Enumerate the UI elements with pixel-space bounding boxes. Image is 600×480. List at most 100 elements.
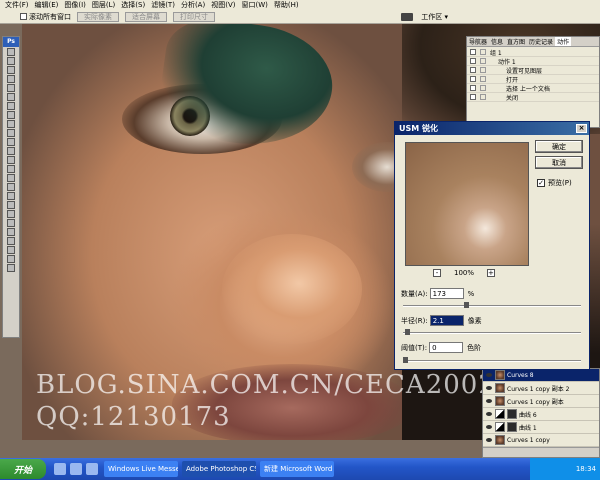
zoom-in-button[interactable]: + [486,269,495,277]
tab-actions[interactable]: 动作 [555,37,572,46]
foreground-color-icon[interactable] [7,246,15,254]
path-selection-tool-icon[interactable] [7,192,15,200]
eye-icon[interactable] [486,373,492,377]
layer-row[interactable]: Curves 1 copy 副本 [483,395,599,408]
dodge-tool-icon[interactable] [7,165,15,173]
pen-tool-icon[interactable] [7,174,15,182]
eye-icon[interactable] [486,438,492,442]
action-row[interactable]: 设置可见图层 [467,66,599,75]
layers-footer-toolbar[interactable] [483,447,599,457]
camera-icon[interactable] [401,13,414,21]
task-word[interactable]: 新建 Microsoft Word 文... [260,461,334,477]
cancel-button[interactable]: 取消 [535,156,583,169]
amount-input[interactable] [429,288,464,299]
tab-history[interactable]: 历史记录 [527,37,555,46]
move-tool-icon[interactable] [7,48,15,56]
tab-info[interactable]: 信息 [489,37,505,46]
eraser-tool-icon[interactable] [7,138,15,146]
amount-slider-knob[interactable] [463,302,469,308]
action-enable-checkbox[interactable] [470,58,476,64]
action-row[interactable]: 关闭 [467,93,599,102]
tab-navigator[interactable]: 导航器 [467,37,489,46]
tab-histogram[interactable]: 直方图 [505,37,527,46]
action-enable-checkbox[interactable] [470,76,476,82]
brush-tool-icon[interactable] [7,111,15,119]
layer-row[interactable]: Curves 1 copy [483,434,599,447]
desktop-icon[interactable] [70,463,82,475]
ie-icon[interactable] [54,463,66,475]
hand-tool-icon[interactable] [7,228,15,236]
clone-stamp-tool-icon[interactable] [7,120,15,128]
type-tool-icon[interactable] [7,183,15,191]
eye-icon[interactable] [486,399,492,403]
layer-row[interactable]: Curves 8 [483,369,599,382]
scroll-all-windows-checkbox[interactable]: 滚动所有窗口 [20,12,71,22]
menu-image[interactable]: 图像(I) [61,0,89,10]
layer-row[interactable]: 曲线 1 [483,421,599,434]
dialog-toggle[interactable] [480,58,486,64]
threshold-slider[interactable] [403,357,581,363]
eye-icon[interactable] [486,386,492,390]
blur-tool-icon[interactable] [7,156,15,164]
dialog-toggle[interactable] [480,49,486,55]
menu-analysis[interactable]: 分析(A) [178,0,208,10]
task-photoshop[interactable]: Adobe Photoshop CS3 E... [182,461,256,477]
threshold-input[interactable] [429,342,464,353]
shape-tool-icon[interactable] [7,201,15,209]
screen-mode-icon[interactable] [7,264,15,272]
threshold-slider-knob[interactable] [403,357,408,363]
eye-icon[interactable] [486,412,492,416]
menu-window[interactable]: 窗口(W) [238,0,270,10]
workspace-dropdown[interactable]: 工作区 ▾ [421,12,448,22]
preview-checkbox[interactable]: ✓ 预览(P) [537,178,572,188]
action-row[interactable]: 选择 上一个文档 [467,84,599,93]
ok-button[interactable]: 确定 [535,140,583,153]
action-enable-checkbox[interactable] [470,94,476,100]
menu-bar: 文件(F) 编辑(E) 图像(I) 图层(L) 选择(S) 滤镜(T) 分析(A… [0,0,600,10]
quick-mask-icon[interactable] [7,255,15,263]
magic-wand-tool-icon[interactable] [7,75,15,83]
crop-tool-icon[interactable] [7,84,15,92]
lasso-tool-icon[interactable] [7,66,15,74]
action-row[interactable]: 组 1 [467,48,599,57]
action-enable-checkbox[interactable] [470,49,476,55]
dialog-toggle[interactable] [480,85,486,91]
actual-pixels-button[interactable]: 实际像素 [77,11,119,22]
zoom-tool-icon[interactable] [7,237,15,245]
menu-help[interactable]: 帮助(H) [271,0,302,10]
radius-slider-knob[interactable] [404,329,410,335]
menu-edit[interactable]: 编辑(E) [32,0,62,10]
task-messenger[interactable]: Windows Live Messenger [104,461,178,477]
dialog-toggle[interactable] [480,67,486,73]
notes-tool-icon[interactable] [7,210,15,218]
menu-view[interactable]: 视图(V) [208,0,238,10]
eye-icon[interactable] [486,425,492,429]
dialog-toggle[interactable] [480,76,486,82]
dialog-toggle[interactable] [480,94,486,100]
menu-filter[interactable]: 滤镜(T) [148,0,178,10]
dialog-titlebar[interactable]: USM 锐化 × [395,122,589,135]
close-icon[interactable]: × [576,124,587,133]
layer-row[interactable]: 曲线 6 [483,408,599,421]
radius-input[interactable] [429,315,464,326]
sharpen-preview[interactable] [405,142,529,266]
messenger-icon[interactable] [86,463,98,475]
eyedropper-tool-icon[interactable] [7,219,15,227]
menu-select[interactable]: 选择(S) [118,0,148,10]
action-enable-checkbox[interactable] [470,85,476,91]
zoom-out-button[interactable]: - [433,269,441,277]
amount-slider[interactable] [403,302,581,308]
slice-tool-icon[interactable] [7,93,15,101]
fit-screen-button[interactable]: 适合屏幕 [125,11,167,22]
healing-brush-tool-icon[interactable] [7,102,15,110]
action-enable-checkbox[interactable] [470,67,476,73]
menu-layer[interactable]: 图层(L) [89,0,118,10]
radius-slider[interactable] [403,329,581,335]
layer-row[interactable]: Curves 1 copy 副本 2 [483,382,599,395]
print-size-button[interactable]: 打印尺寸 [173,11,215,22]
marquee-tool-icon[interactable] [7,57,15,65]
history-brush-tool-icon[interactable] [7,129,15,137]
start-button[interactable]: 开始 [0,459,46,479]
menu-file[interactable]: 文件(F) [2,0,32,10]
gradient-tool-icon[interactable] [7,147,15,155]
